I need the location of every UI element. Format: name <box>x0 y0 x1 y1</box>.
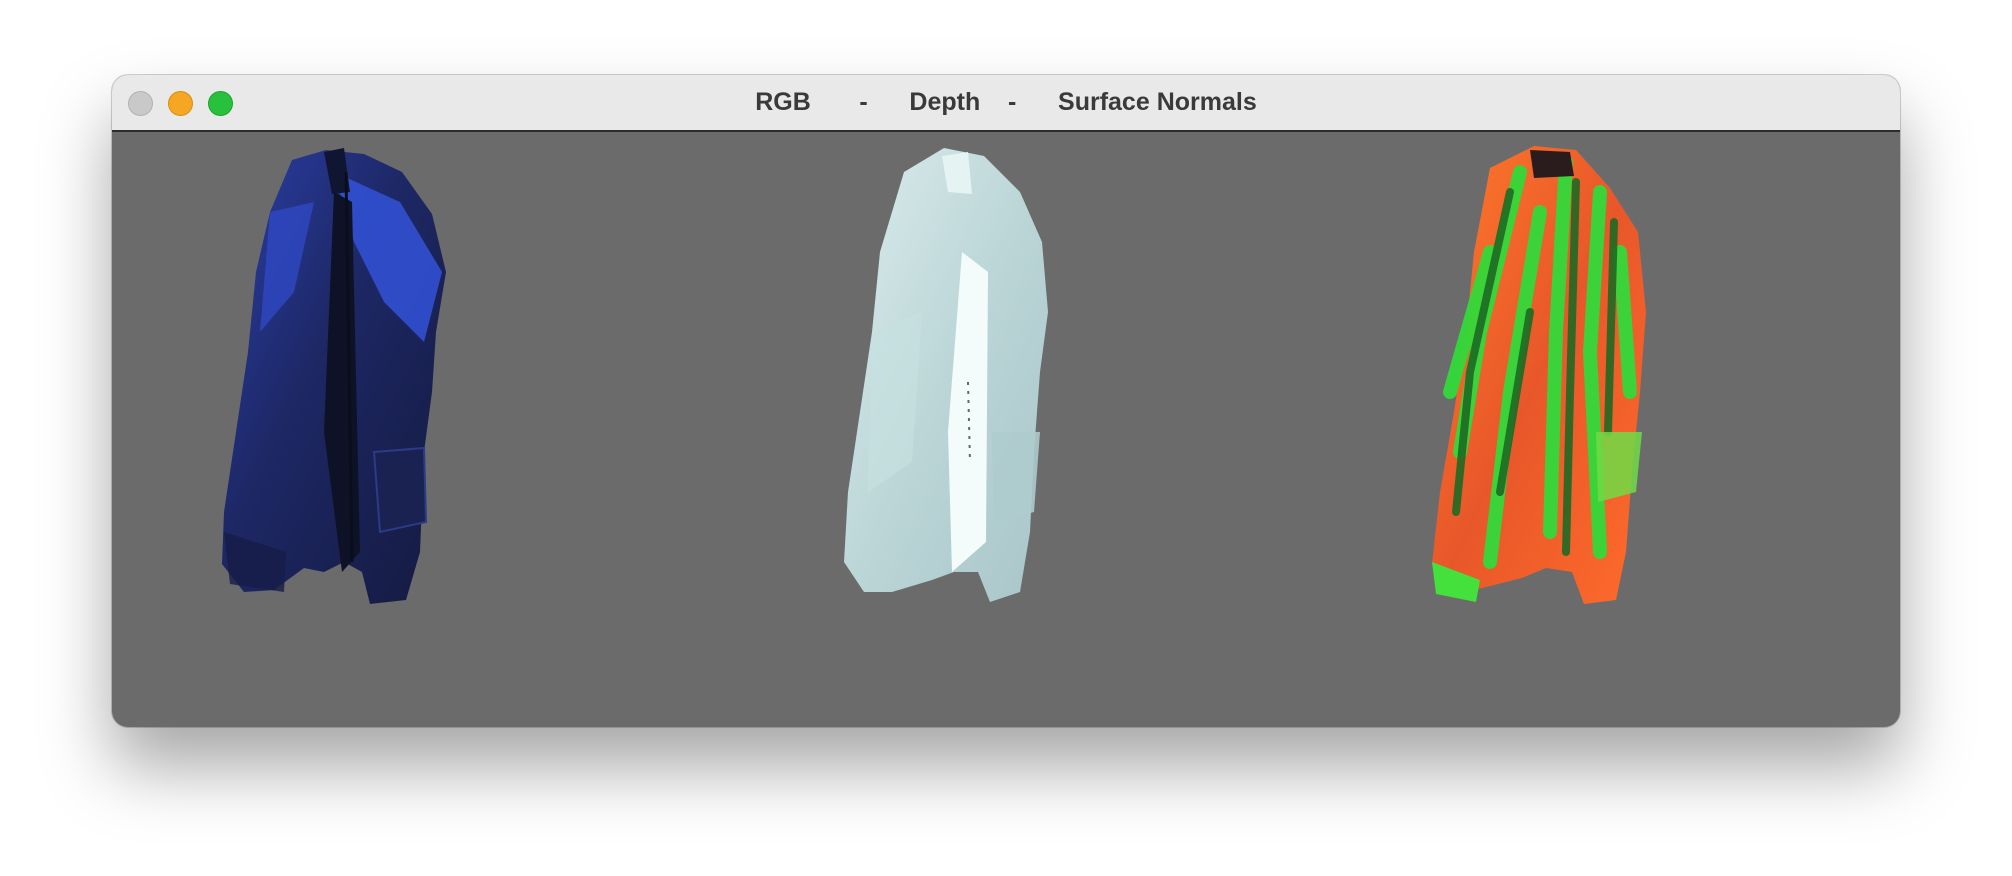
image-canvas <box>112 132 1900 727</box>
rgb-view-panel <box>174 132 534 632</box>
rgb-jacket-image <box>222 148 446 604</box>
depth-jacket-image <box>844 148 1048 602</box>
depth-view-panel <box>772 132 1132 632</box>
surface-normals-jacket-image <box>1432 146 1646 604</box>
surface-normals-view-panel <box>1370 132 1730 632</box>
window-title: RGB - Depth - Surface Normals <box>755 88 1257 116</box>
app-window: RGB - Depth - Surface Normals <box>112 75 1900 727</box>
title-bar[interactable]: RGB - Depth - Surface Normals <box>112 75 1900 132</box>
